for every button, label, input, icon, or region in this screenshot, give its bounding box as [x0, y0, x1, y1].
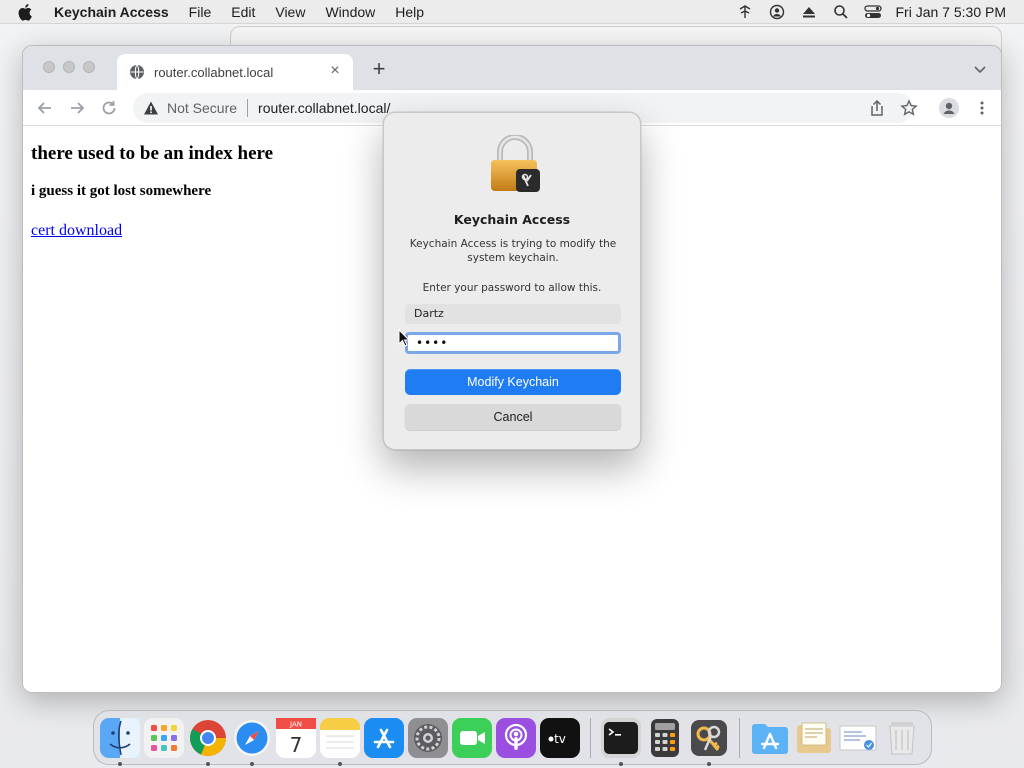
close-window-button[interactable]: [43, 61, 55, 73]
mouse-cursor-icon: [398, 329, 410, 347]
reload-icon[interactable]: [100, 99, 118, 117]
cancel-button[interactable]: Cancel: [405, 404, 621, 430]
apple-tv-icon[interactable]: tv: [540, 717, 580, 758]
more-menu-icon[interactable]: [973, 99, 991, 117]
menu-clock[interactable]: Fri Jan 7 5:30 PM: [896, 4, 1007, 20]
notes-icon[interactable]: [320, 717, 360, 766]
warning-triangle-icon[interactable]: [143, 100, 159, 116]
control-center-icon[interactable]: [863, 3, 882, 21]
safari-running-dot: [250, 761, 254, 766]
new-tab-button[interactable]: +: [367, 58, 391, 82]
browser-tab[interactable]: router.collabnet.local ×: [117, 54, 353, 90]
omnibox-divider: [247, 99, 249, 117]
modify-keychain-button[interactable]: Modify Keychain: [405, 369, 621, 395]
keychain-auth-dialog: Keychain Access Keychain Access is tryin…: [383, 112, 641, 450]
calendar-day: 7: [290, 733, 303, 757]
padlock-icon: [491, 135, 540, 192]
cert-download-link[interactable]: cert download: [31, 222, 122, 239]
tab-title: router.collabnet.local: [154, 64, 274, 80]
password-field[interactable]: ••••: [405, 332, 621, 354]
safari-icon[interactable]: [232, 718, 272, 766]
finder-icon[interactable]: [100, 717, 140, 766]
minimize-window-button[interactable]: [63, 61, 75, 73]
documents-stack-icon[interactable]: [794, 718, 834, 758]
not-secure-label[interactable]: Not Secure: [167, 100, 237, 116]
eject-icon[interactable]: [800, 3, 818, 21]
notes-running-dot: [338, 761, 342, 766]
bookmark-star-icon[interactable]: [900, 99, 918, 117]
keychain-running-dot: [707, 761, 711, 766]
username-field[interactable]: Dartz: [405, 304, 621, 324]
keychain-access-icon[interactable]: [689, 718, 729, 766]
dock: JAN 7 tv: [93, 710, 932, 766]
finder-running-dot: [118, 761, 122, 766]
tab-strip: router.collabnet.local × +: [23, 46, 1001, 90]
share-icon[interactable]: [868, 99, 886, 117]
calculator-icon[interactable]: [645, 718, 685, 758]
menu-help[interactable]: Help: [385, 0, 434, 24]
dock-separator: [590, 717, 591, 758]
profile-avatar-icon[interactable]: [939, 98, 959, 118]
app-store-icon[interactable]: [364, 717, 404, 758]
dock-separator-2: [739, 717, 740, 758]
applications-folder-icon[interactable]: [750, 718, 790, 758]
dialog-message: Keychain Access is trying to modify the …: [409, 238, 617, 264]
terminal-running-dot: [619, 761, 623, 766]
dialog-prompt: Enter your password to allow this.: [422, 282, 602, 294]
svg-text:tv: tv: [554, 732, 566, 746]
back-arrow-icon[interactable]: [36, 99, 54, 117]
dialog-title: Keychain Access: [453, 212, 571, 227]
url-text[interactable]: router.collabnet.local/: [258, 100, 390, 116]
launchpad-icon[interactable]: [144, 717, 184, 758]
certificate-file-icon[interactable]: [838, 718, 878, 758]
menu-edit[interactable]: Edit: [221, 0, 265, 24]
spotlight-search-icon[interactable]: [832, 3, 850, 21]
chrome-icon[interactable]: [188, 718, 228, 766]
apple-menu-icon[interactable]: [18, 3, 36, 21]
window-controls: [43, 61, 95, 73]
terminal-icon[interactable]: [601, 717, 641, 766]
menu-bar: Keychain Access File Edit View Window He…: [0, 0, 1024, 24]
tab-close-icon[interactable]: ×: [327, 63, 343, 79]
calendar-month: JAN: [289, 720, 302, 728]
globe-icon: [130, 64, 144, 80]
facetime-icon[interactable]: [452, 717, 492, 758]
menu-window[interactable]: Window: [315, 0, 385, 24]
menu-app-name[interactable]: Keychain Access: [46, 0, 179, 24]
zoom-window-button[interactable]: [83, 61, 95, 73]
menu-file[interactable]: File: [179, 0, 222, 24]
forward-arrow-icon[interactable]: [68, 99, 86, 117]
menu-view[interactable]: View: [265, 0, 315, 24]
tab-search-chevron-icon[interactable]: [973, 62, 987, 76]
system-preferences-icon[interactable]: [408, 717, 448, 758]
podcasts-icon[interactable]: [496, 717, 536, 758]
chrome-running-dot: [206, 761, 210, 766]
network-icon[interactable]: [736, 3, 754, 21]
user-account-icon[interactable]: [768, 3, 786, 21]
trash-icon[interactable]: [882, 718, 922, 758]
calendar-icon[interactable]: JAN 7: [276, 717, 316, 758]
